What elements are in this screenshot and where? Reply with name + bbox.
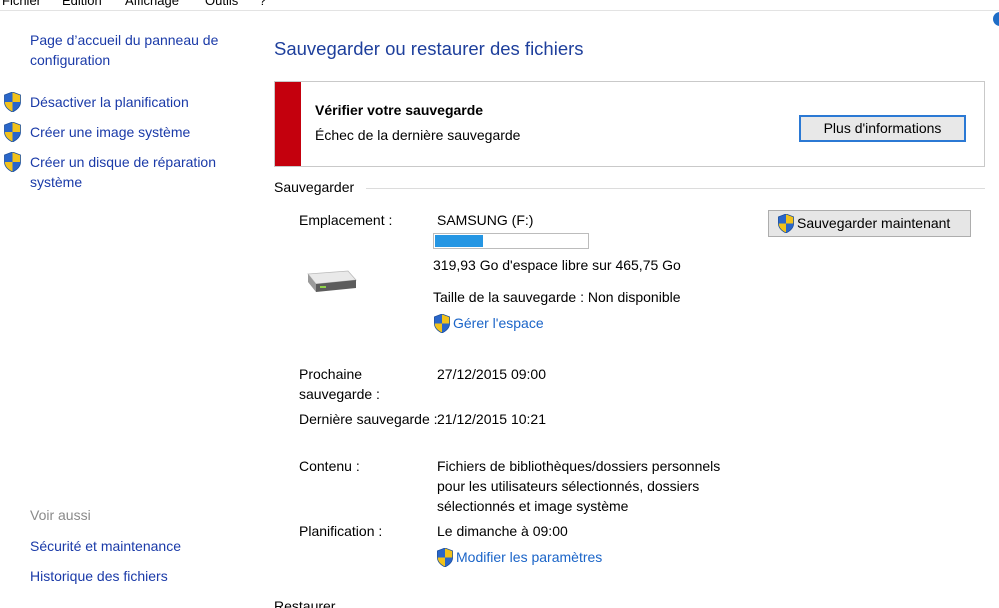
location-label: Emplacement : [299, 212, 393, 228]
sidebar-item-file-history[interactable]: Historique des fichiers [30, 566, 168, 586]
page-title: Sauvegarder ou restaurer des fichiers [274, 38, 584, 59]
more-info-button[interactable]: Plus d'informations [799, 115, 966, 142]
backup-section-title: Sauvegarder [274, 179, 355, 195]
disk-usage-fill [435, 235, 483, 247]
alert-title: Vérifier votre sauvegarde [315, 102, 484, 118]
backup-now-button[interactable]: Sauvegarder maintenant [768, 210, 971, 237]
shield-icon [433, 314, 451, 333]
last-backup-value: 21/12/2015 10:21 [437, 411, 546, 427]
next-backup-value: 27/12/2015 09:00 [437, 366, 546, 382]
change-settings-link[interactable]: Modifier les paramètres [436, 547, 602, 567]
menu-help[interactable]: ? [259, 0, 266, 8]
disk-usage-bar [433, 233, 589, 249]
next-backup-label: Prochaine sauvegarde : [299, 366, 380, 402]
see-also-heading: Voir aussi [30, 507, 91, 523]
restore-section-title: Restaurer [274, 598, 336, 608]
contents-value: Fichiers de bibliothèques/dossiers perso… [437, 458, 721, 514]
contents-label: Contenu : [299, 458, 360, 474]
sidebar-item-repair-disc[interactable]: Créer un disque de réparation système [30, 152, 240, 192]
shield-icon [777, 214, 795, 233]
main-content: Sauvegarder ou restaurer des fichiers Vé… [274, 0, 999, 608]
section-divider [366, 188, 985, 189]
manage-space-label: Gérer l'espace [453, 315, 544, 331]
alert-status-bar [275, 82, 301, 166]
shield-icon [436, 548, 454, 567]
sidebar-item-security[interactable]: Sécurité et maintenance [30, 536, 181, 556]
manage-space-link[interactable]: Gérer l'espace [433, 313, 544, 333]
sidebar: Page d’accueil du panneau de configurati… [0, 0, 250, 608]
last-backup-label: Dernière sauvegarde : [299, 411, 438, 427]
shield-icon [3, 152, 22, 172]
shield-icon [3, 122, 22, 142]
shield-icon [3, 92, 22, 112]
alert-message: Échec de la dernière sauvegarde [315, 127, 521, 143]
schedule-label: Planification : [299, 523, 383, 539]
schedule-value: Le dimanche à 09:00 [437, 523, 568, 539]
change-settings-label: Modifier les paramètres [456, 549, 603, 565]
alert-panel: Vérifier votre sauvegarde Échec de la de… [274, 81, 985, 167]
free-space-text: 319,93 Go d'espace libre sur 465,75 Go [433, 257, 681, 273]
backup-size-text: Taille de la sauvegarde : Non disponible [433, 289, 681, 305]
hard-drive-icon [307, 270, 357, 292]
backup-now-label: Sauvegarder maintenant [797, 215, 951, 231]
sidebar-home-link[interactable]: Page d’accueil du panneau de configurati… [30, 30, 245, 70]
sidebar-item-create-image[interactable]: Créer une image système [30, 122, 190, 142]
sidebar-item-disable-schedule[interactable]: Désactiver la planification [30, 92, 189, 112]
location-value: SAMSUNG (F:) [437, 212, 534, 228]
